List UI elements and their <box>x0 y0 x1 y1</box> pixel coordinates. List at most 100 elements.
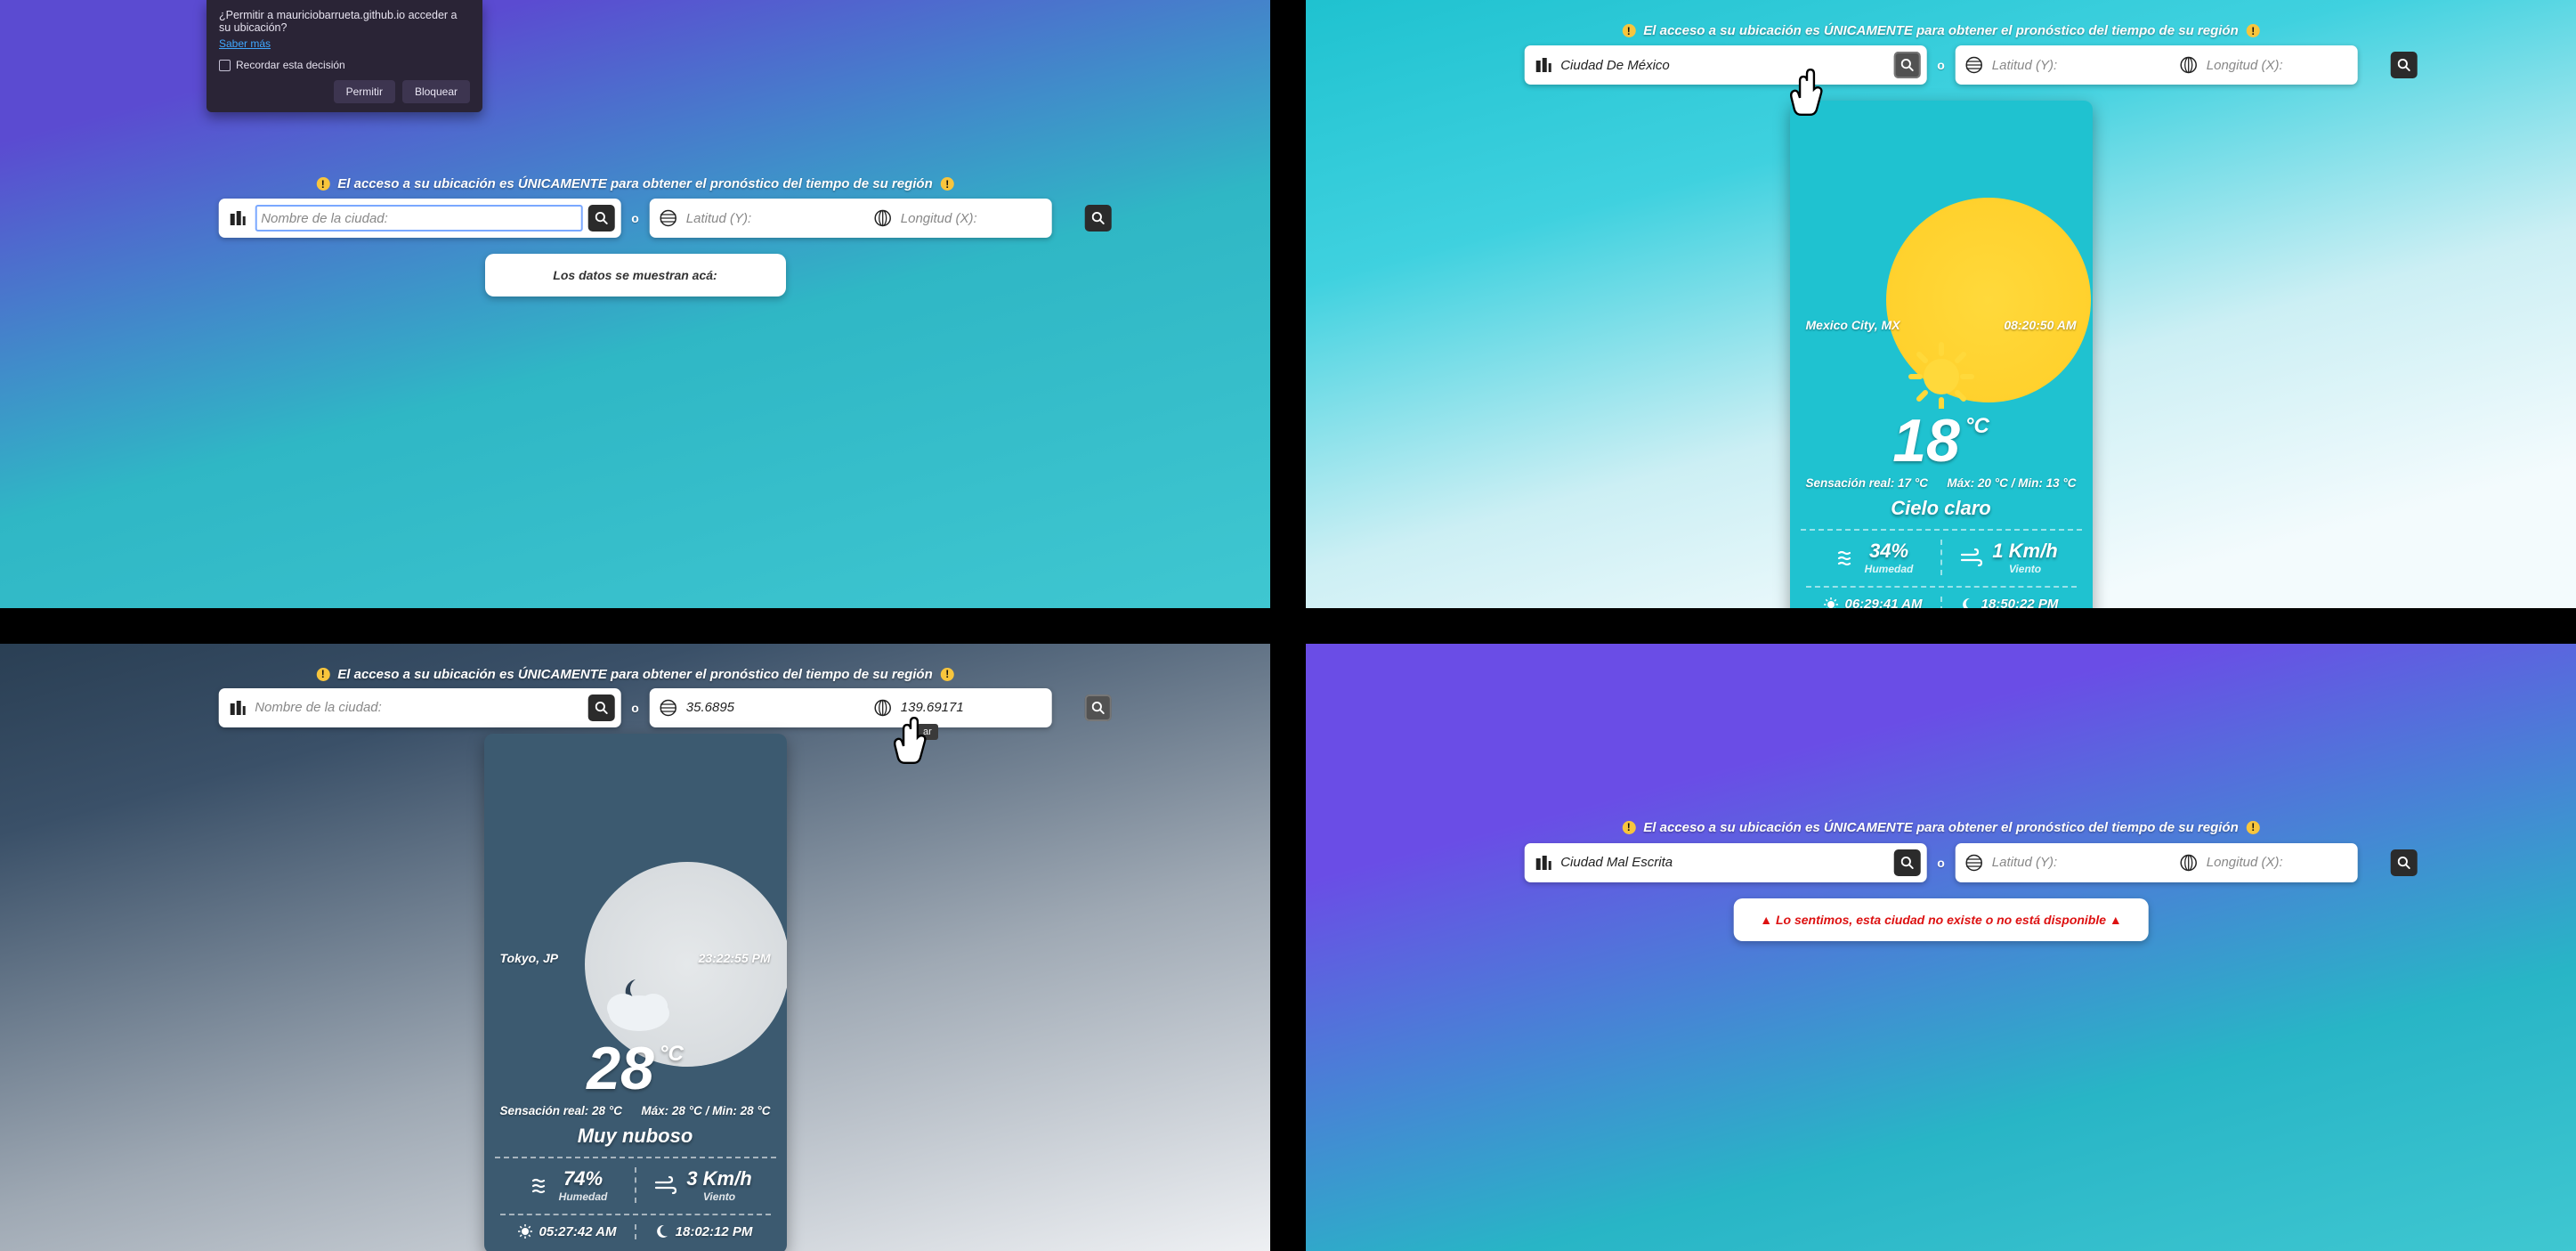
sunset-time: 18:50:22 PM <box>1981 597 2059 608</box>
city-search-card <box>1524 843 1926 882</box>
temp-range: Máx: 20 °C / Min: 13 °C <box>1947 476 2076 490</box>
weather-condition-icon <box>1806 339 2077 409</box>
latitude-input[interactable] <box>1992 849 2171 876</box>
latitude-input[interactable] <box>1992 52 2171 78</box>
temperature-value: 18 <box>1892 410 1960 471</box>
tooltip: ar <box>917 724 938 740</box>
wind-value: 1 Km/h <box>1992 540 2057 563</box>
checkbox-icon <box>219 60 231 71</box>
weather-time: 08:20:50 AM <box>2004 318 2076 332</box>
info-icon: ! <box>1622 24 1635 37</box>
latitude-input[interactable] <box>686 695 865 721</box>
sunset-icon <box>654 1224 668 1239</box>
longitude-input[interactable] <box>2207 52 2386 78</box>
longitude-icon <box>871 699 895 717</box>
error-card: ▲ Lo sentimos, esta ciudad no existe o n… <box>1733 898 2149 941</box>
longitude-input[interactable] <box>901 695 1080 721</box>
search-row: o <box>1524 843 2358 882</box>
info-icon: ! <box>941 177 954 191</box>
sunrise-time: 06:29:41 AM <box>1845 597 1923 608</box>
city-search-button[interactable] <box>1893 52 1920 78</box>
city-search-button[interactable] <box>1893 849 1920 876</box>
remember-decision-checkbox[interactable]: Recordar esta decisión <box>219 59 470 71</box>
info-icon: ! <box>2247 821 2260 834</box>
sunset-icon <box>1960 597 1974 608</box>
city-search-card <box>1524 45 1926 85</box>
city-input[interactable] <box>1560 52 1888 78</box>
coords-search-card <box>1956 45 2358 85</box>
weather-city: Tokyo, JP <box>500 951 559 965</box>
panel-error-result: ! El acceso a su ubicación es ÚNICAMENTE… <box>1306 644 2576 1251</box>
info-text: El acceso a su ubicación es ÚNICAMENTE p… <box>1643 23 2238 38</box>
humidity-icon <box>1833 546 1856 569</box>
temperature-unit: °C <box>1965 414 1989 439</box>
city-input[interactable] <box>255 205 582 232</box>
wind-value: 3 Km/h <box>686 1167 751 1190</box>
city-icon <box>224 699 249 717</box>
location-info-banner: ! El acceso a su ubicación es ÚNICAMENTE… <box>1622 820 2259 835</box>
weather-time: 23:22:55 PM <box>699 951 771 965</box>
temperature-unit: °C <box>660 1042 684 1067</box>
city-search-button[interactable] <box>587 695 614 721</box>
city-search-button[interactable] <box>587 205 614 232</box>
separator-or: o <box>1937 856 1945 870</box>
remember-label: Recordar esta decisión <box>236 59 345 71</box>
city-input[interactable] <box>255 695 582 721</box>
info-icon: ! <box>316 177 329 191</box>
coords-search-button[interactable] <box>2391 849 2418 876</box>
panel-sunny-result: ! El acceso a su ubicación es ÚNICAMENTE… <box>1306 0 2576 608</box>
search-row: o <box>218 688 1052 727</box>
weather-card: Tokyo, JP 23:22:55 PM 28 °C Sensación re… <box>484 734 787 1251</box>
city-search-card <box>218 688 620 727</box>
city-search-card <box>218 199 620 238</box>
info-icon: ! <box>316 668 329 681</box>
separator-or: o <box>631 211 639 225</box>
sunrise-icon <box>1824 597 1838 608</box>
weather-description: Cielo claro <box>1806 497 2077 520</box>
block-button[interactable]: Bloquear <box>402 80 470 103</box>
geolocation-permission-dialog: ¿Permitir a mauriciobarrueta.github.io a… <box>207 0 482 112</box>
wind-label: Viento <box>703 1190 735 1203</box>
coords-search-button[interactable] <box>1085 205 1112 232</box>
wind-icon <box>1960 546 1983 569</box>
wind-icon <box>654 1174 677 1197</box>
humidity-value: 34% <box>1869 540 1908 563</box>
coords-search-card <box>650 199 1052 238</box>
latitude-input[interactable] <box>686 205 865 232</box>
weather-condition-icon <box>500 972 771 1036</box>
feels-like: Sensación real: 17 °C <box>1806 476 1928 490</box>
longitude-input[interactable] <box>2207 849 2386 876</box>
panel-initial: ¿Permitir a mauriciobarrueta.github.io a… <box>0 0 1270 608</box>
coords-search-button[interactable] <box>1085 695 1112 721</box>
longitude-input[interactable] <box>901 205 1080 232</box>
latitude-icon <box>1962 854 1987 872</box>
separator-or: o <box>631 701 639 715</box>
coords-search-card <box>1956 843 2358 882</box>
allow-button[interactable]: Permitir <box>334 80 395 103</box>
warning-icon: ▲ <box>1760 913 1772 927</box>
weather-card: Mexico City, MX 08:20:50 AM <box>1790 101 2093 608</box>
humidity-value: 74% <box>563 1167 603 1190</box>
latitude-icon <box>656 699 681 717</box>
info-text: El acceso a su ubicación es ÚNICAMENTE p… <box>337 667 932 682</box>
coords-search-button[interactable] <box>2391 52 2418 78</box>
temp-range: Máx: 28 °C / Min: 28 °C <box>641 1104 770 1117</box>
permission-question: ¿Permitir a mauriciobarrueta.github.io a… <box>219 9 470 34</box>
info-icon: ! <box>2247 24 2260 37</box>
learn-more-link[interactable]: Saber más <box>219 37 271 50</box>
sunset-time: 18:02:12 PM <box>676 1224 753 1239</box>
wind-label: Viento <box>2009 563 2041 575</box>
error-text: Lo sentimos, esta ciudad no existe o no … <box>1776 913 2106 927</box>
humidity-label: Humedad <box>1865 563 1914 575</box>
city-input[interactable] <box>1560 849 1888 876</box>
result-placeholder-card: Los datos se muestran acá: <box>485 254 786 297</box>
info-icon: ! <box>941 668 954 681</box>
warning-icon: ▲ <box>2110 913 2122 927</box>
search-row: o <box>1524 45 2358 85</box>
latitude-icon <box>1962 56 1987 74</box>
panel-cloudy-result: ! El acceso a su ubicación es ÚNICAMENTE… <box>0 644 1270 1251</box>
info-text: El acceso a su ubicación es ÚNICAMENTE p… <box>337 176 932 191</box>
location-info-banner: ! El acceso a su ubicación es ÚNICAMENTE… <box>316 667 953 682</box>
location-info-banner: ! El acceso a su ubicación es ÚNICAMENTE… <box>1622 23 2259 38</box>
weather-city: Mexico City, MX <box>1806 318 1900 332</box>
